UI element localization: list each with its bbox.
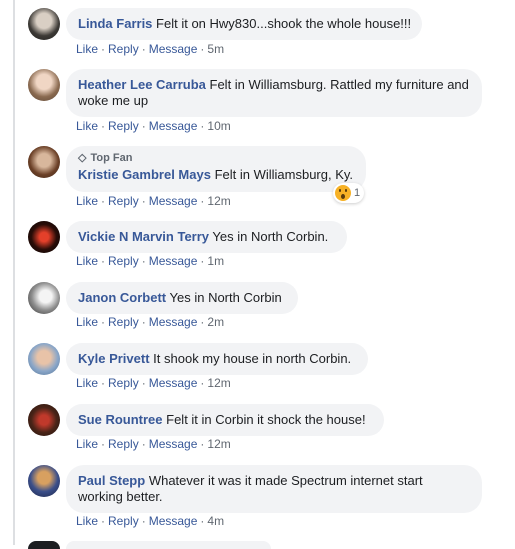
commenter-name[interactable]: Linda Farris xyxy=(78,16,152,31)
reaction-badge[interactable]: 1 xyxy=(333,183,365,203)
avatar[interactable] xyxy=(28,69,60,101)
like-link[interactable]: Like xyxy=(76,42,98,56)
comment-timestamp[interactable]: 1m xyxy=(207,254,224,268)
commenter-name[interactable]: Heather Lee Carruba xyxy=(78,77,206,92)
like-link[interactable]: Like xyxy=(76,437,98,451)
message-link[interactable]: Message xyxy=(149,437,198,451)
commenter-name[interactable]: Janon Corbett xyxy=(78,290,166,305)
message-link[interactable]: Message xyxy=(149,194,198,208)
avatar[interactable] xyxy=(28,541,60,549)
comment-timestamp[interactable]: 10m xyxy=(207,119,230,133)
comment-bubble xyxy=(66,541,271,549)
comment-bubble: Vickie N Marvin Terry Yes in North Corbi… xyxy=(66,221,347,253)
reply-link[interactable]: Reply xyxy=(108,437,139,451)
message-link[interactable]: Message xyxy=(149,514,198,528)
comment-timestamp[interactable]: 2m xyxy=(207,315,224,329)
top-fan-badge: ◇ Top Fan xyxy=(78,152,133,164)
commenter-name[interactable]: Sue Rountree xyxy=(78,412,163,427)
message-link[interactable]: Message xyxy=(149,376,198,390)
message-link[interactable]: Message xyxy=(149,315,198,329)
reply-link[interactable]: Reply xyxy=(108,194,139,208)
like-link[interactable]: Like xyxy=(76,254,98,268)
comment-timestamp[interactable]: 4m xyxy=(207,514,224,528)
reaction-count: 1 xyxy=(354,187,361,199)
wow-reaction-icon xyxy=(335,185,351,201)
avatar[interactable] xyxy=(28,282,60,314)
message-link[interactable]: Message xyxy=(149,119,198,133)
comment-actions: Like · Reply · Message · 2m xyxy=(76,315,225,329)
comment-bubble: Linda Farris Felt it on Hwy830...shook t… xyxy=(66,8,422,40)
comment-text: It shook my house in north Corbin. xyxy=(153,351,352,366)
comment-bubble: Kyle Privett It shook my house in north … xyxy=(66,343,368,375)
comment-actions: Like · Reply · Message · 5m xyxy=(76,42,225,56)
message-link[interactable]: Message xyxy=(149,254,198,268)
avatar[interactable] xyxy=(28,343,60,375)
like-link[interactable]: Like xyxy=(76,194,98,208)
comment-timestamp[interactable]: 12m xyxy=(207,194,230,208)
commenter-name[interactable]: Kristie Gambrel Mays xyxy=(78,167,211,182)
comment-bubble: ◇ Top Fan Kristie Gambrel Mays Felt in W… xyxy=(66,146,366,192)
reply-link[interactable]: Reply xyxy=(108,376,139,390)
thread-line xyxy=(13,0,15,545)
diamond-icon: ◇ xyxy=(78,152,87,164)
comment-timestamp[interactable]: 12m xyxy=(207,437,230,451)
message-link[interactable]: Message xyxy=(149,42,198,56)
like-link[interactable]: Like xyxy=(76,514,98,528)
reply-link[interactable]: Reply xyxy=(108,119,139,133)
avatar[interactable] xyxy=(28,465,60,497)
comment-actions: Like · Reply · Message · 12m xyxy=(76,437,231,451)
comment-timestamp[interactable]: 12m xyxy=(207,376,230,390)
like-link[interactable]: Like xyxy=(76,376,98,390)
comment-text: Yes in North Corbin. xyxy=(212,229,329,244)
comment-text: Yes in North Corbin xyxy=(169,290,282,305)
comment-actions: Like · Reply · Message · 12m xyxy=(76,376,231,390)
comment-text: Felt it on Hwy830...shook the whole hous… xyxy=(156,16,412,31)
comment-bubble: Janon Corbett Yes in North Corbin xyxy=(66,282,298,314)
avatar[interactable] xyxy=(28,146,60,178)
reply-link[interactable]: Reply xyxy=(108,514,139,528)
comment-bubble: Heather Lee Carruba Felt in Williamsburg… xyxy=(66,69,482,117)
avatar[interactable] xyxy=(28,8,60,40)
comment-actions: Like · Reply · Message · 10m xyxy=(76,119,231,133)
comment-actions: Like · Reply · Message · 1m xyxy=(76,254,225,268)
comment-actions: Like · Reply · Message · 12m xyxy=(76,194,231,208)
reply-link[interactable]: Reply xyxy=(108,254,139,268)
like-link[interactable]: Like xyxy=(76,315,98,329)
comment-bubble: Paul Stepp Whatever it was it made Spect… xyxy=(66,465,482,513)
comment-actions: Like · Reply · Message · 4m xyxy=(76,514,225,528)
reply-link[interactable]: Reply xyxy=(108,42,139,56)
comment-text: Felt in Williamsburg, Ky. xyxy=(214,167,354,182)
comment-timestamp[interactable]: 5m xyxy=(207,42,224,56)
avatar[interactable] xyxy=(28,404,60,436)
commenter-name[interactable]: Vickie N Marvin Terry xyxy=(78,229,209,244)
reply-link[interactable]: Reply xyxy=(108,315,139,329)
comment-text: Felt it in Corbin it shock the house! xyxy=(166,412,366,427)
comment-bubble: Sue Rountree Felt it in Corbin it shock … xyxy=(66,404,384,436)
avatar[interactable] xyxy=(28,221,60,253)
like-link[interactable]: Like xyxy=(76,119,98,133)
commenter-name[interactable]: Paul Stepp xyxy=(78,473,145,488)
commenter-name[interactable]: Kyle Privett xyxy=(78,351,150,366)
